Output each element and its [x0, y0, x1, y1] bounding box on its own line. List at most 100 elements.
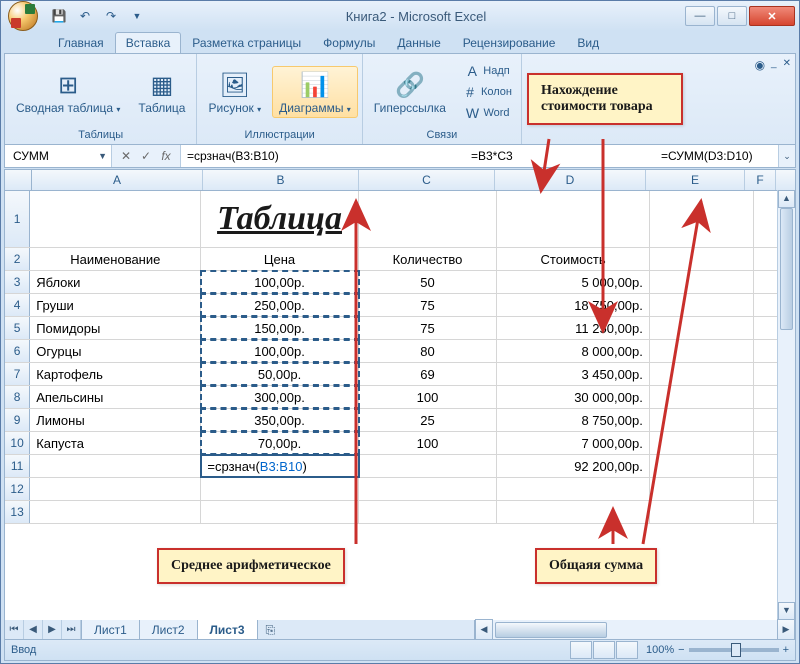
- cell-B11[interactable]: =срзнач(B3:B10): [201, 455, 358, 477]
- cell-C3[interactable]: 50: [359, 271, 498, 293]
- row-header-2[interactable]: 2: [5, 248, 30, 270]
- cell-D2[interactable]: Стоимость: [497, 248, 650, 270]
- cell-A12[interactable]: [30, 478, 201, 500]
- prev-sheet-icon[interactable]: ◀: [24, 620, 43, 640]
- scroll-right-icon[interactable]: ▶: [777, 619, 795, 641]
- pivot-table-button[interactable]: ⊞Сводная таблица ▾: [9, 66, 127, 118]
- cell-A4[interactable]: Груши: [30, 294, 201, 316]
- cell-D9[interactable]: 8 750,00р.: [497, 409, 650, 431]
- tab-вставка[interactable]: Вставка: [115, 32, 182, 53]
- first-sheet-icon[interactable]: ⏮: [5, 620, 24, 640]
- cell-C5[interactable]: 75: [359, 317, 498, 339]
- cell-B10[interactable]: 70,00р.: [201, 432, 358, 454]
- cell-E2[interactable]: [650, 248, 754, 270]
- zoom-control[interactable]: 100% − +: [646, 644, 789, 656]
- cell-A7[interactable]: Картофель: [30, 363, 201, 385]
- vscroll-thumb[interactable]: [780, 208, 793, 330]
- row-header-3[interactable]: 3: [5, 271, 30, 293]
- new-sheet-icon[interactable]: ⎘: [258, 623, 284, 638]
- charts-button[interactable]: 📊Диаграммы ▾: [272, 66, 358, 118]
- cell-A5[interactable]: Помидоры: [30, 317, 201, 339]
- cell-D11[interactable]: 92 200,00р.: [497, 455, 650, 477]
- zoom-out-icon[interactable]: −: [678, 644, 684, 656]
- tab-рецензирование[interactable]: Рецензирование: [452, 32, 567, 53]
- cell-C2[interactable]: Количество: [359, 248, 498, 270]
- row-header-8[interactable]: 8: [5, 386, 30, 408]
- page-layout-view-button[interactable]: [593, 641, 615, 659]
- cell-C9[interactable]: 25: [359, 409, 498, 431]
- cell-A10[interactable]: Капуста: [30, 432, 201, 454]
- tab-данные[interactable]: Данные: [386, 32, 451, 53]
- row-header-7[interactable]: 7: [5, 363, 30, 385]
- close-button[interactable]: ✕: [749, 6, 795, 26]
- table-button[interactable]: ▦Таблица: [131, 66, 192, 118]
- horizontal-scrollbar[interactable]: ◀ ▶: [474, 620, 795, 640]
- cell-A11[interactable]: [30, 455, 201, 477]
- cell-C7[interactable]: 69: [359, 363, 498, 385]
- row-header-11[interactable]: 11: [5, 455, 30, 477]
- formula-input[interactable]: =срзнач(B3:B10) =B3*C3 =СУММ(D3:D10): [181, 145, 778, 167]
- row-header-5[interactable]: 5: [5, 317, 30, 339]
- col-header-B[interactable]: B: [203, 170, 359, 190]
- vertical-scrollbar[interactable]: ▲ ▼: [777, 190, 795, 620]
- col-header-E[interactable]: E: [646, 170, 745, 190]
- cell-A9[interactable]: Лимоны: [30, 409, 201, 431]
- cell-D7[interactable]: 3 450,00р.: [497, 363, 650, 385]
- col-header-F[interactable]: F: [745, 170, 776, 190]
- col-header-A[interactable]: A: [32, 170, 203, 190]
- last-sheet-icon[interactable]: ⏭: [62, 620, 81, 640]
- row-header-13[interactable]: 13: [5, 501, 30, 523]
- cell-D6[interactable]: 8 000,00р.: [497, 340, 650, 362]
- cell-C10[interactable]: 100: [359, 432, 498, 454]
- cell-A3[interactable]: Яблоки: [30, 271, 201, 293]
- cell-E5[interactable]: [650, 317, 754, 339]
- cell-B8[interactable]: 300,00р.: [201, 386, 358, 408]
- redo-icon[interactable]: ↷: [101, 6, 121, 26]
- cell-B12[interactable]: [201, 478, 358, 500]
- cell-E8[interactable]: [650, 386, 754, 408]
- cell-A13[interactable]: [30, 501, 201, 523]
- cell-B1[interactable]: Таблица: [201, 191, 358, 247]
- zoom-in-icon[interactable]: +: [783, 644, 789, 656]
- accept-formula-icon[interactable]: ✓: [138, 149, 154, 163]
- normal-view-button[interactable]: [570, 641, 592, 659]
- cell-A8[interactable]: Апельсины: [30, 386, 201, 408]
- cell-A2[interactable]: Наименование: [30, 248, 201, 270]
- row-header-12[interactable]: 12: [5, 478, 30, 500]
- office-button[interactable]: [3, 1, 43, 31]
- ribbon-close-icon[interactable]: ✕: [783, 58, 791, 72]
- cell-C13[interactable]: [359, 501, 498, 523]
- cell-B3[interactable]: 100,00р.: [201, 271, 358, 293]
- page-break-view-button[interactable]: [616, 641, 638, 659]
- zoom-slider[interactable]: [689, 648, 779, 652]
- cell-B6[interactable]: 100,00р.: [201, 340, 358, 362]
- ribbon-help-icon[interactable]: ◉: [755, 58, 765, 72]
- cell-C11[interactable]: [359, 455, 498, 477]
- cell-D8[interactable]: 30 000,00р.: [497, 386, 650, 408]
- cell-B13[interactable]: [201, 501, 358, 523]
- cell-C8[interactable]: 100: [359, 386, 498, 408]
- row-header-1[interactable]: 1: [5, 191, 30, 247]
- undo-icon[interactable]: ↶: [75, 6, 95, 26]
- cell-B9[interactable]: 350,00р.: [201, 409, 358, 431]
- cell-B2[interactable]: Цена: [201, 248, 358, 270]
- sheet-tab-Лист1[interactable]: Лист1: [82, 620, 140, 640]
- scroll-up-icon[interactable]: ▲: [778, 190, 795, 208]
- cell-E12[interactable]: [650, 478, 754, 500]
- scroll-down-icon[interactable]: ▼: [778, 602, 795, 620]
- tab-формулы[interactable]: Формулы: [312, 32, 386, 53]
- hyperlink-button[interactable]: 🔗Гиперссылка: [367, 66, 453, 118]
- sheet-tab-Лист3[interactable]: Лист3: [198, 620, 258, 640]
- wordart-button[interactable]: WWord: [457, 103, 517, 123]
- save-icon[interactable]: 💾: [49, 6, 69, 26]
- cancel-formula-icon[interactable]: ✕: [118, 149, 134, 163]
- cell-C6[interactable]: 80: [359, 340, 498, 362]
- cell-D10[interactable]: 7 000,00р.: [497, 432, 650, 454]
- maximize-button[interactable]: □: [717, 6, 747, 26]
- row-header-6[interactable]: 6: [5, 340, 30, 362]
- cell-D3[interactable]: 5 000,00р.: [497, 271, 650, 293]
- cell-D12[interactable]: [497, 478, 650, 500]
- tab-вид[interactable]: Вид: [566, 32, 610, 53]
- cell-D13[interactable]: [497, 501, 650, 523]
- cell-E13[interactable]: [650, 501, 754, 523]
